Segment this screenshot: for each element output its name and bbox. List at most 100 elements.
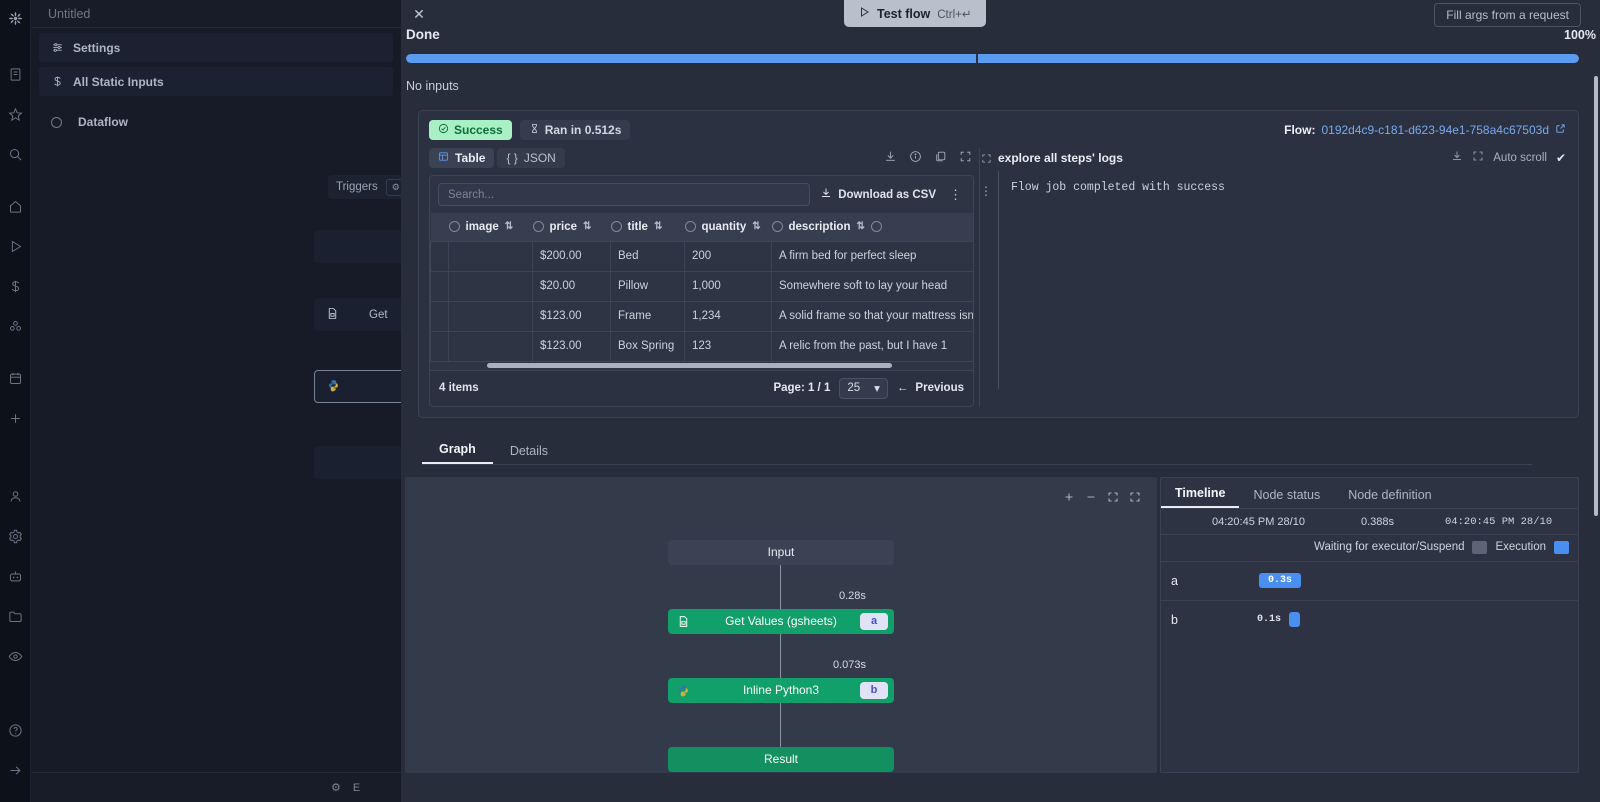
expand-icon[interactable] xyxy=(959,150,972,168)
search-icon[interactable] xyxy=(0,134,30,174)
sort-icon[interactable]: ⇅ xyxy=(583,221,591,232)
th-description[interactable]: description ⇅ xyxy=(771,213,973,241)
tab-json[interactable]: { } JSON xyxy=(497,148,565,168)
fit-icon[interactable] xyxy=(1102,487,1124,507)
previous-button[interactable]: ← Previous xyxy=(897,382,964,394)
zoom-out-icon[interactable] xyxy=(1080,487,1102,507)
flow-title-input[interactable]: Untitled xyxy=(39,7,329,21)
timeline-row: a 0.3s xyxy=(1161,560,1578,600)
tab-timeline[interactable]: Timeline xyxy=(1161,478,1240,508)
group-icon[interactable] xyxy=(0,306,30,346)
user-icon[interactable] xyxy=(0,476,30,516)
search-input[interactable] xyxy=(438,183,811,206)
table-row[interactable]: $200.00 Bed 200 A firm bed for perfect s… xyxy=(430,240,973,272)
tab-node-definition[interactable]: Node definition xyxy=(1334,480,1445,508)
play-icon[interactable] xyxy=(0,226,30,266)
th-title[interactable]: title ⇅ xyxy=(610,213,685,241)
graph-edge xyxy=(780,702,782,747)
graph-node-get-values[interactable]: Get Values (gsheets) a xyxy=(668,608,894,634)
checkbox-icon-end[interactable] xyxy=(870,221,882,233)
checkbox-icon[interactable] xyxy=(771,221,783,233)
flow-id-link[interactable]: 0192d4c9-c181-d623-94e1-758a4c67503d xyxy=(1321,123,1549,137)
tab-node-status[interactable]: Node status xyxy=(1239,480,1334,508)
sort-icon[interactable]: ⇅ xyxy=(654,221,662,232)
close-icon[interactable]: ✕ xyxy=(410,5,428,23)
sidebar-item-settings[interactable]: Settings xyxy=(39,33,393,62)
graph-node-result[interactable]: Result xyxy=(668,746,894,772)
chevron-down-icon: ▾ xyxy=(874,383,880,395)
download-icon[interactable] xyxy=(884,150,897,168)
help-icon[interactable] xyxy=(0,710,30,750)
sort-icon[interactable]: ⇅ xyxy=(856,221,864,232)
auto-scroll-label[interactable]: Auto scroll xyxy=(1493,152,1547,164)
items-count: 4 items xyxy=(439,382,479,394)
tab-graph[interactable]: Graph xyxy=(422,435,493,464)
cell-image xyxy=(448,330,533,362)
table-hscrollbar[interactable] xyxy=(430,361,973,370)
expand-icon[interactable] xyxy=(1472,150,1484,165)
table-more-menu[interactable]: ⋮ xyxy=(946,187,965,203)
download-icon[interactable] xyxy=(1451,150,1463,165)
copy-icon[interactable] xyxy=(934,150,947,168)
th-quantity[interactable]: quantity ⇅ xyxy=(684,213,772,241)
checkbox-icon[interactable] xyxy=(448,221,460,233)
cell-quantity: 200 xyxy=(684,240,772,272)
auto-scroll-check-icon[interactable]: ✔ xyxy=(1556,151,1566,165)
checkbox-icon[interactable] xyxy=(610,221,622,233)
download-csv-button[interactable]: Download as CSV xyxy=(820,187,936,202)
star-icon[interactable] xyxy=(0,94,30,134)
scrollbar-thumb[interactable] xyxy=(487,362,892,368)
graph-node-inline-python[interactable]: Inline Python3 b xyxy=(668,677,894,703)
flow-graph[interactable]: Input 0.28s Get Values (gsheets) a 0.073… xyxy=(405,476,1157,773)
info-icon[interactable] xyxy=(909,150,922,168)
dollar-icon[interactable] xyxy=(0,266,30,306)
flow-link[interactable]: Flow: 0192d4c9-c181-d623-94e1-758a4c6750… xyxy=(1284,123,1566,137)
cell-image xyxy=(448,270,533,302)
checkbox-icon[interactable] xyxy=(684,221,696,233)
graph-node-input[interactable]: Input xyxy=(668,539,894,565)
dataflow-label: Dataflow xyxy=(78,115,129,129)
table-row[interactable]: $20.00 Pillow 1,000 Somewhere soft to la… xyxy=(430,270,973,302)
home-icon[interactable] xyxy=(0,186,30,226)
check-circle-icon xyxy=(438,123,449,137)
th-image[interactable]: image ⇅ xyxy=(448,213,533,241)
timeline-panel: Timeline Node status Node definition 04:… xyxy=(1160,476,1579,773)
sort-icon[interactable]: ⇅ xyxy=(505,221,513,232)
collapse-icon[interactable] xyxy=(981,151,992,169)
plus-icon[interactable] xyxy=(0,398,30,438)
calendar-icon[interactable] xyxy=(0,358,30,398)
fill-args-button[interactable]: Fill args from a request xyxy=(1434,3,1581,27)
sidebar-item-all-static-inputs[interactable]: All Static Inputs xyxy=(39,67,393,96)
sort-icon[interactable]: ⇅ xyxy=(752,221,760,232)
eye-icon[interactable] xyxy=(0,636,30,676)
tab-table[interactable]: Table xyxy=(429,148,495,168)
app-logo-icon[interactable] xyxy=(0,4,30,32)
zoom-in-icon[interactable] xyxy=(1058,487,1080,507)
tab-details[interactable]: Details xyxy=(493,437,565,464)
dots-vertical-icon[interactable]: ⋮ xyxy=(980,184,992,198)
external-link-icon[interactable] xyxy=(1555,123,1566,137)
book-icon[interactable] xyxy=(0,54,30,94)
gear-icon[interactable] xyxy=(0,516,30,556)
robot-icon[interactable] xyxy=(0,556,30,596)
dataflow-toggle[interactable]: Dataflow xyxy=(39,108,393,136)
cell-image xyxy=(448,300,533,332)
timeline-end-time: 04:20:45 PM 28/10 xyxy=(1445,515,1553,528)
left-icon-rail xyxy=(0,0,31,802)
th-label: quantity xyxy=(701,220,747,233)
th-price[interactable]: price ⇅ xyxy=(532,213,611,241)
page-size-select[interactable]: 25 ▾ xyxy=(839,377,888,399)
expand-icon[interactable] xyxy=(1124,487,1146,507)
folder-icon[interactable] xyxy=(0,596,30,636)
graph-node-label: Inline Python3 xyxy=(742,683,820,697)
arrow-right-icon[interactable] xyxy=(0,750,30,790)
python-icon xyxy=(677,684,690,697)
table-row[interactable]: $123.00 Box Spring 123 A relic from the … xyxy=(430,330,973,362)
test-flow-button[interactable]: Test flow Ctrl+↵ xyxy=(844,0,986,27)
cell-title: Pillow xyxy=(610,270,685,302)
checkbox-icon[interactable] xyxy=(532,221,544,233)
table-row[interactable]: $123.00 Frame 1,234 A solid frame so tha… xyxy=(430,300,973,332)
modal-scrollbar[interactable] xyxy=(1594,76,1598,516)
timeline-row: b 0.1s xyxy=(1161,599,1578,639)
bottom-gear-icon[interactable]: ⚙ xyxy=(331,781,341,794)
